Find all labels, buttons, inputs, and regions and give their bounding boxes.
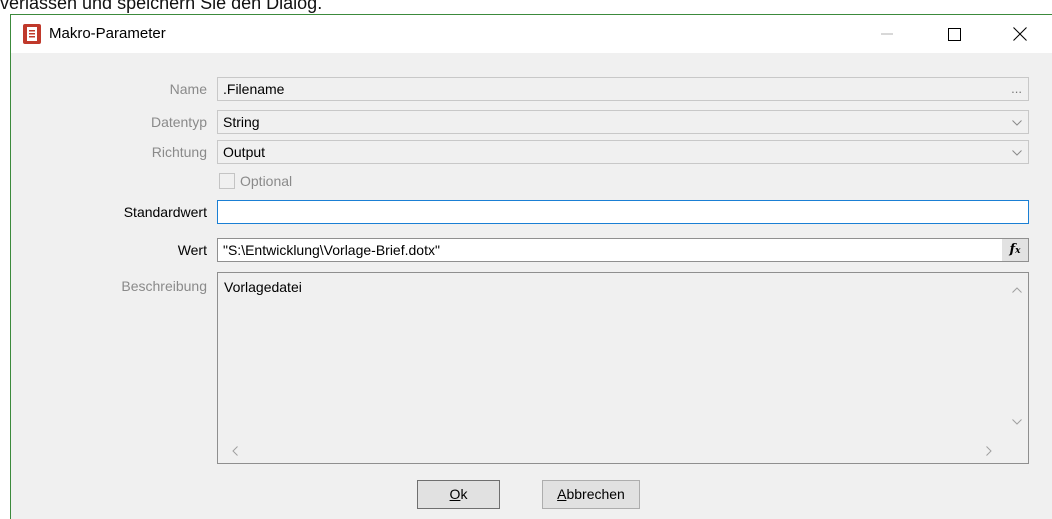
ok-button[interactable]: Ok — [417, 480, 500, 509]
function-fx-icon[interactable]: fx — [1002, 239, 1028, 261]
minimize-icon — [881, 33, 893, 35]
standardwert-input[interactable] — [217, 200, 1029, 224]
vertical-scrollbar[interactable] — [1006, 273, 1028, 438]
beschreibung-value: Vorlagedatei — [224, 279, 302, 295]
minimize-button[interactable] — [864, 15, 910, 53]
beschreibung-memo[interactable]: Vorlagedatei — [217, 272, 1029, 464]
maximize-icon — [947, 27, 961, 41]
beschreibung-label: Beschreibung — [121, 278, 207, 294]
richtung-value: Output — [223, 144, 266, 160]
ok-mnemonic: O — [449, 486, 461, 502]
name-value: .Filename — [223, 81, 285, 97]
wert-input[interactable]: "S:\Entwicklung\Vorlage-Brief.dotx" fx — [217, 238, 1029, 262]
macro-document-icon — [23, 24, 41, 44]
scroll-down-icon[interactable] — [1012, 419, 1022, 425]
scroll-right-icon[interactable] — [986, 446, 992, 456]
scroll-up-icon[interactable] — [1012, 287, 1022, 293]
optional-label: Optional — [240, 173, 293, 189]
richtung-dropdown[interactable]: Output — [217, 140, 1029, 164]
optional-checkbox[interactable] — [219, 173, 235, 189]
standardwert-label: Standardwert — [123, 204, 207, 220]
title-bar[interactable]: Makro-Parameter — [11, 15, 1052, 53]
name-label: Name — [169, 81, 207, 97]
ok-label-rest: k — [460, 486, 468, 502]
richtung-label: Richtung — [151, 144, 207, 160]
close-icon — [1013, 27, 1027, 41]
cancel-button[interactable]: Abbrechen — [542, 480, 640, 509]
wert-value: "S:\Entwicklung\Vorlage-Brief.dotx" — [223, 242, 440, 258]
close-button[interactable] — [997, 15, 1043, 53]
chevron-down-icon — [1012, 120, 1022, 126]
cancel-label-rest: bbrechen — [566, 486, 625, 502]
scroll-left-icon[interactable] — [232, 446, 238, 456]
window-title: Makro-Parameter — [49, 25, 166, 42]
horizontal-scrollbar[interactable] — [218, 439, 1006, 463]
name-browse-button[interactable]: ... — [1011, 78, 1022, 100]
datentyp-label: Datentyp — [150, 114, 207, 130]
chevron-down-icon — [1012, 150, 1022, 156]
datentyp-dropdown[interactable]: String — [217, 110, 1029, 134]
maximize-button[interactable] — [931, 15, 977, 53]
wert-label: Wert — [177, 242, 207, 258]
datentyp-value: String — [223, 114, 260, 130]
caption-text: verlassen und speichern Sie den Dialog. — [0, 0, 323, 13]
name-field[interactable]: .Filename ... — [217, 77, 1029, 101]
macro-parameter-dialog: Makro-Parameter Name .Filename ... Daten… — [10, 14, 1052, 519]
